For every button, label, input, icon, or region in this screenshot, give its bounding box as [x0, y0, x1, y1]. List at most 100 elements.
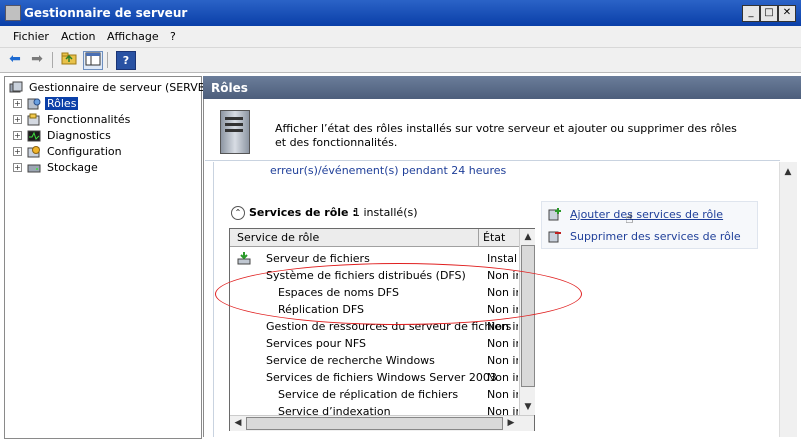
back-arrow-icon[interactable]: ⬅ [6, 51, 24, 68]
role-services-count: 1 installé(s) [353, 206, 418, 219]
tree-item-features[interactable]: + Fonctionnalités [5, 112, 200, 128]
list-item[interactable]: Système de fichiers distribués (DFS) Non… [230, 267, 518, 284]
service-name: Espaces de noms DFS [278, 286, 399, 299]
events-link[interactable]: erreur(s)/événement(s) pendant 24 heures [270, 164, 506, 177]
menu-action[interactable]: Action [61, 30, 95, 43]
menu-help[interactable]: ? [170, 30, 176, 43]
help-icon[interactable]: ? [116, 51, 136, 70]
close-button[interactable]: ✕ [778, 5, 796, 22]
service-name: Gestion de ressources du serveur de fich… [266, 320, 512, 333]
features-icon [27, 113, 40, 126]
tree-item-diagnostics[interactable]: + Diagnostics [5, 128, 200, 144]
list-item[interactable]: Services de fichiers Windows Server 2003… [230, 369, 518, 386]
server-icon [220, 110, 250, 154]
maximize-button[interactable]: □ [760, 5, 778, 22]
list-vertical-scrollbar[interactable]: ▲ ▼ [519, 229, 535, 415]
service-state: Non installé [487, 371, 518, 384]
diagnostics-icon [27, 130, 41, 142]
toolbar: ⬅ ➡ ? [0, 48, 801, 73]
service-state: Non installé [487, 354, 518, 367]
list-item[interactable]: Espaces de noms DFS Non installé [230, 284, 518, 301]
remove-role-services-icon [548, 231, 561, 243]
service-name: Service d’indexation [278, 405, 391, 415]
scroll-up-icon[interactable]: ▲ [780, 164, 796, 180]
roles-info-panel: Afficher l’état des rôles installés sur … [205, 100, 780, 161]
service-state: Non installé [487, 303, 518, 316]
list-item[interactable]: Serveur de fichiers Installé [230, 250, 518, 267]
server-manager-icon [9, 81, 23, 93]
service-name: Services pour NFS [266, 337, 366, 350]
show-hide-console-tree-icon[interactable] [83, 51, 103, 70]
tree-item-roles[interactable]: + Rôles [5, 96, 200, 112]
service-state: Installé [487, 252, 518, 265]
role-services-title: Services de rôle : [249, 206, 357, 219]
tree-item-label: Stockage [47, 161, 98, 174]
list-horizontal-scrollbar[interactable]: ◀ ▶ [230, 415, 534, 431]
list-item[interactable]: Service de réplication de fichiers Non i… [230, 386, 518, 403]
menu-bar: Fichier Action Affichage ? [0, 26, 801, 48]
minimize-button[interactable]: _ [742, 5, 760, 22]
window-title: Gestionnaire de serveur [24, 6, 188, 20]
service-state: Non installé [487, 269, 518, 282]
remove-role-services-link[interactable]: Supprimer des services de rôle [570, 230, 741, 243]
tree-root[interactable]: Gestionnaire de serveur (SERVB) [5, 80, 210, 96]
scroll-thumb[interactable] [246, 417, 503, 430]
list-item[interactable]: Gestion de ressources du serveur de fich… [230, 318, 518, 335]
list-item[interactable]: Réplication DFS Non installé [230, 301, 518, 318]
add-role-services-link[interactable]: Ajouter des services de rôle [570, 208, 723, 221]
service-name: Services de fichiers Windows Server 2003 [266, 371, 497, 384]
list-item[interactable]: Service d’indexation Non installé [230, 403, 518, 415]
role-services-list: Service de rôle État Serveur de fichiers… [229, 228, 535, 431]
scroll-up-icon[interactable]: ▲ [520, 229, 536, 245]
details-scrollbar[interactable]: ▲ [779, 162, 797, 437]
tree-item-storage[interactable]: + Stockage [5, 160, 200, 176]
column-header-service[interactable]: Service de rôle [237, 231, 319, 244]
toolbar-separator [107, 52, 108, 68]
service-state: Non installé [487, 286, 518, 299]
role-services-actions: Ajouter des services de rôle Supprimer d… [541, 201, 758, 249]
list-item[interactable]: Services pour NFS Non installé [230, 335, 518, 352]
collapse-chevron-icon[interactable]: ⌃ [231, 206, 245, 220]
service-name: Système de fichiers distribués (DFS) [266, 269, 466, 282]
forward-arrow-icon[interactable]: ➡ [28, 51, 46, 68]
console-tree: Gestionnaire de serveur (SERVB) + Rôles … [4, 76, 210, 439]
list-item[interactable]: Service de recherche Windows Non install… [230, 352, 518, 369]
toolbar-separator [52, 52, 53, 68]
tree-root-label: Gestionnaire de serveur (SERVB) [29, 81, 210, 94]
roles-icon [27, 98, 41, 110]
tree-item-label: Diagnostics [47, 129, 111, 142]
installed-file-server-icon [237, 252, 251, 265]
service-name: Service de recherche Windows [266, 354, 435, 367]
expand-icon[interactable]: + [13, 115, 22, 124]
service-state: Non installé [487, 337, 518, 350]
service-name: Service de réplication de fichiers [278, 388, 459, 401]
tree-item-label: Fonctionnalités [47, 113, 131, 126]
service-name: Serveur de fichiers [266, 252, 370, 265]
column-header-state[interactable]: État [483, 231, 505, 244]
roles-header-title: Rôles [211, 81, 248, 95]
roles-info-text: Afficher l’état des rôles installés sur … [275, 122, 737, 149]
list-header: Service de rôle État [230, 229, 519, 247]
title-bar: Gestionnaire de serveur _ □ ✕ [0, 0, 801, 26]
app-icon [5, 5, 21, 21]
expand-icon[interactable]: + [13, 147, 22, 156]
storage-icon [27, 164, 41, 173]
expand-icon[interactable]: + [13, 131, 22, 140]
scroll-right-icon[interactable]: ▶ [503, 415, 519, 431]
scroll-left-icon[interactable]: ◀ [230, 415, 246, 431]
scroll-thumb[interactable] [521, 245, 535, 387]
tree-item-label: Configuration [47, 145, 122, 158]
expand-icon[interactable]: + [13, 99, 22, 108]
tree-item-configuration[interactable]: + Configuration [5, 144, 200, 160]
configuration-icon [27, 146, 40, 158]
service-name: Réplication DFS [278, 303, 364, 316]
service-state: Non installé [487, 388, 518, 401]
tree-item-label: Rôles [45, 97, 79, 110]
expand-icon[interactable]: + [13, 163, 22, 172]
menu-fichier[interactable]: Fichier [13, 30, 49, 43]
up-folder-icon[interactable] [60, 51, 78, 68]
menu-affichage[interactable]: Affichage [107, 30, 159, 43]
roles-header: Rôles [203, 76, 801, 99]
column-separator[interactable] [478, 229, 479, 246]
scroll-down-icon[interactable]: ▼ [520, 399, 536, 415]
